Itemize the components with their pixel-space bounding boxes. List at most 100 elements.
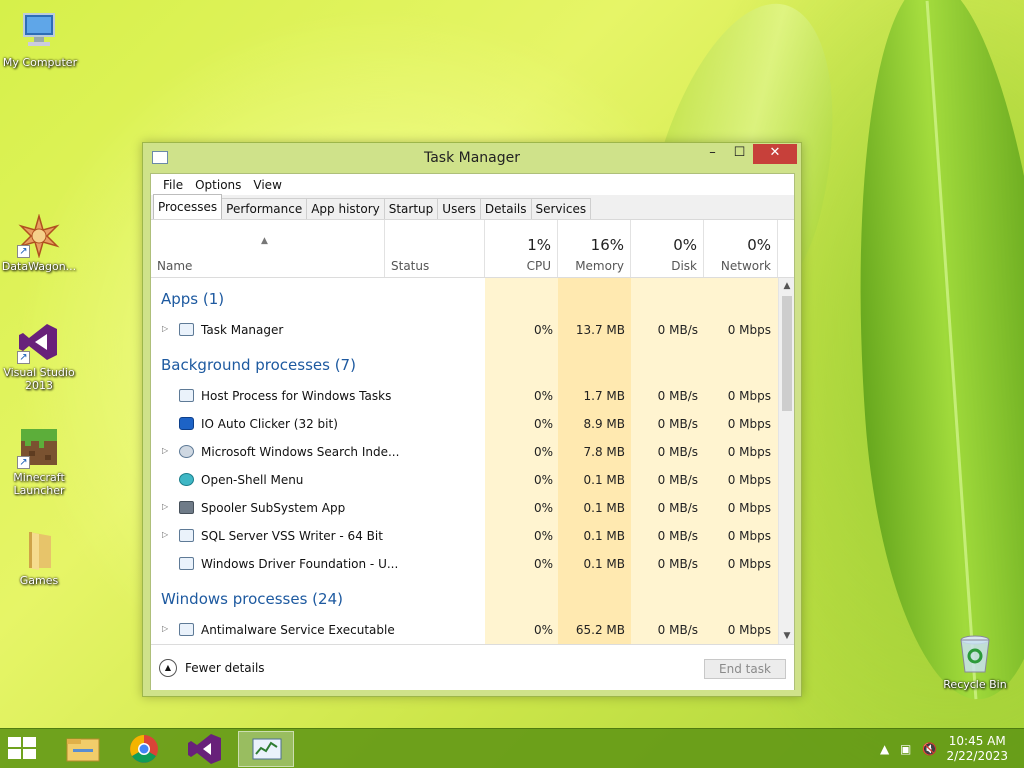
recycle-bin-icon bbox=[953, 632, 997, 676]
table-row[interactable]: ▷ Antimalware Service Executable 0% 65.2… bbox=[151, 616, 778, 644]
taskbar: ▲ ▣ 🔇 10:45 AM 2/22/2023 bbox=[0, 728, 1024, 768]
expand-arrow-icon[interactable]: ▷ bbox=[162, 502, 168, 511]
computer-icon bbox=[18, 10, 62, 54]
expand-arrow-icon[interactable]: ▷ bbox=[162, 446, 168, 455]
tab-details[interactable]: Details bbox=[479, 198, 532, 219]
column-header-memory[interactable]: 16% Memory bbox=[558, 220, 631, 277]
window-process-icon bbox=[179, 529, 194, 542]
scrollbar-thumb[interactable] bbox=[782, 296, 792, 411]
column-header-status[interactable]: Status bbox=[385, 220, 485, 277]
desktop-icon-visual-studio[interactable]: ↗ Visual Studio 2013 bbox=[0, 320, 79, 392]
desktop-icon-minecraft[interactable]: ↗ Minecraft Launcher bbox=[0, 425, 79, 497]
expand-arrow-icon[interactable]: ▷ bbox=[162, 530, 168, 539]
datawagon-icon: ↗ bbox=[17, 213, 61, 259]
tab-services[interactable]: Services bbox=[530, 198, 592, 219]
show-hidden-icons-icon[interactable]: ▲ bbox=[880, 742, 889, 756]
menu-view[interactable]: View bbox=[247, 174, 287, 195]
desktop-icon-label: Visual Studio 2013 bbox=[3, 366, 75, 392]
scroll-down-icon[interactable]: ▼ bbox=[779, 628, 795, 644]
column-header-disk[interactable]: 0% Disk bbox=[631, 220, 704, 277]
sort-arrow-icon: ▲ bbox=[261, 236, 268, 246]
search-indexer-icon bbox=[179, 445, 194, 458]
taskbar-file-explorer[interactable] bbox=[55, 731, 111, 767]
chevron-up-icon: ▲ bbox=[159, 659, 177, 677]
table-row[interactable]: ▷ SQL Server VSS Writer - 64 Bit 0% 0.1 … bbox=[151, 522, 778, 550]
group-header-apps[interactable]: Apps (1) bbox=[151, 278, 778, 316]
table-row[interactable]: ▷ Spooler SubSystem App 0% 0.1 MB 0 MB/s… bbox=[151, 494, 778, 522]
tab-performance[interactable]: Performance bbox=[221, 198, 308, 219]
desktop-icon-label: DataWagon... bbox=[1, 260, 77, 273]
column-header-row: ▲ Name Status 1% CPU 16% Memory 0% Disk bbox=[151, 220, 794, 278]
table-row[interactable]: ▷ Task Manager 0% 13.7 MB 0 MB/s 0 Mbps bbox=[151, 316, 778, 344]
group-header-background[interactable]: Background processes (7) bbox=[151, 344, 778, 382]
window-process-icon bbox=[179, 623, 194, 636]
maximize-button[interactable]: ☐ bbox=[726, 144, 753, 164]
taskbar-task-manager[interactable] bbox=[238, 731, 294, 767]
desktop-icon-games[interactable]: Games bbox=[0, 528, 79, 587]
shortcut-arrow-icon: ↗ bbox=[17, 456, 30, 469]
file-explorer-icon bbox=[66, 738, 100, 762]
shortcut-arrow-icon: ↗ bbox=[17, 245, 30, 258]
task-manager-icon bbox=[179, 323, 194, 336]
window-process-icon bbox=[179, 557, 194, 570]
window-footer: ▲ Fewer details End task bbox=[151, 644, 794, 690]
clock[interactable]: 10:45 AM 2/22/2023 bbox=[946, 734, 1008, 764]
tab-users[interactable]: Users bbox=[437, 198, 481, 219]
vertical-scrollbar[interactable]: ▲ ▼ bbox=[778, 278, 794, 644]
table-row[interactable]: ▷ Microsoft Windows Search Inde... 0% 7.… bbox=[151, 438, 778, 466]
end-task-button[interactable]: End task bbox=[704, 659, 786, 679]
menu-options[interactable]: Options bbox=[189, 174, 247, 195]
tab-strip: Processes Performance App history Startu… bbox=[151, 194, 794, 220]
start-button[interactable] bbox=[8, 737, 38, 761]
volume-muted-icon[interactable]: 🔇 bbox=[922, 742, 937, 756]
open-shell-icon bbox=[179, 473, 194, 486]
system-tray: ▲ ▣ 🔇 10:45 AM 2/22/2023 bbox=[864, 729, 1024, 768]
desktop-icon-label: My Computer bbox=[2, 56, 78, 69]
window-process-icon bbox=[179, 389, 194, 402]
minimize-button[interactable]: – bbox=[699, 144, 726, 164]
desktop-icon-label: Minecraft Launcher bbox=[13, 471, 65, 497]
desktop-icon-label: Recycle Bin bbox=[943, 678, 1007, 691]
processes-panel: ▲ Name Status 1% CPU 16% Memory 0% Disk bbox=[151, 220, 794, 644]
menu-bar: File Options View bbox=[151, 174, 794, 195]
close-button[interactable]: ✕ bbox=[753, 144, 797, 164]
menu-file[interactable]: File bbox=[157, 174, 189, 195]
printer-icon bbox=[179, 501, 194, 514]
column-header-network[interactable]: 0% Network bbox=[704, 220, 778, 277]
visual-studio-icon bbox=[188, 734, 221, 764]
folder-icon bbox=[17, 528, 61, 572]
desktop-icon-recycle-bin[interactable]: Recycle Bin bbox=[935, 632, 1015, 691]
column-header-cpu[interactable]: 1% CPU bbox=[485, 220, 558, 277]
window-titlebar[interactable]: Task Manager – ☐ ✕ bbox=[143, 143, 801, 173]
task-manager-window: Task Manager – ☐ ✕ File Options View Pro… bbox=[142, 142, 802, 697]
scroll-up-icon[interactable]: ▲ bbox=[779, 278, 795, 294]
visual-studio-icon: ↗ bbox=[17, 320, 61, 364]
tab-processes[interactable]: Processes bbox=[153, 194, 223, 219]
desktop-icon-datawagon[interactable]: ↗ DataWagon... bbox=[0, 213, 79, 273]
column-header-name[interactable]: ▲ Name bbox=[151, 220, 385, 277]
table-row[interactable]: Windows Driver Foundation - U... 0% 0.1 … bbox=[151, 550, 778, 578]
table-row[interactable]: Host Process for Windows Tasks 0% 1.7 MB… bbox=[151, 382, 778, 410]
taskbar-chrome[interactable] bbox=[116, 731, 172, 767]
table-row[interactable]: IO Auto Clicker (32 bit) 0% 8.9 MB 0 MB/… bbox=[151, 410, 778, 438]
fewer-details-button[interactable]: ▲ Fewer details bbox=[159, 659, 265, 677]
chrome-icon bbox=[130, 735, 158, 763]
tab-startup[interactable]: Startup bbox=[383, 198, 439, 219]
process-list: Apps (1) ▷ Task Manager 0% 13.7 MB 0 MB/… bbox=[151, 278, 778, 644]
table-row[interactable]: Open-Shell Menu 0% 0.1 MB 0 MB/s 0 Mbps bbox=[151, 466, 778, 494]
window-client-area: File Options View Processes Performance … bbox=[150, 173, 795, 690]
task-manager-icon bbox=[252, 738, 282, 760]
group-header-windows[interactable]: Windows processes (24) bbox=[151, 578, 778, 616]
auto-clicker-icon bbox=[179, 417, 194, 430]
clock-date: 2/22/2023 bbox=[946, 749, 1008, 763]
desktop-icon-label: Games bbox=[19, 574, 59, 587]
shortcut-arrow-icon: ↗ bbox=[17, 351, 30, 364]
wallpaper-leaf-large bbox=[835, 0, 1024, 706]
expand-arrow-icon[interactable]: ▷ bbox=[162, 324, 168, 333]
taskbar-visual-studio[interactable] bbox=[177, 731, 233, 767]
expand-arrow-icon[interactable]: ▷ bbox=[162, 624, 168, 633]
desktop-icon-my-computer[interactable]: My Computer bbox=[0, 10, 80, 69]
tab-app-history[interactable]: App history bbox=[306, 198, 385, 219]
network-icon[interactable]: ▣ bbox=[900, 742, 911, 756]
minecraft-icon: ↗ bbox=[17, 425, 61, 469]
